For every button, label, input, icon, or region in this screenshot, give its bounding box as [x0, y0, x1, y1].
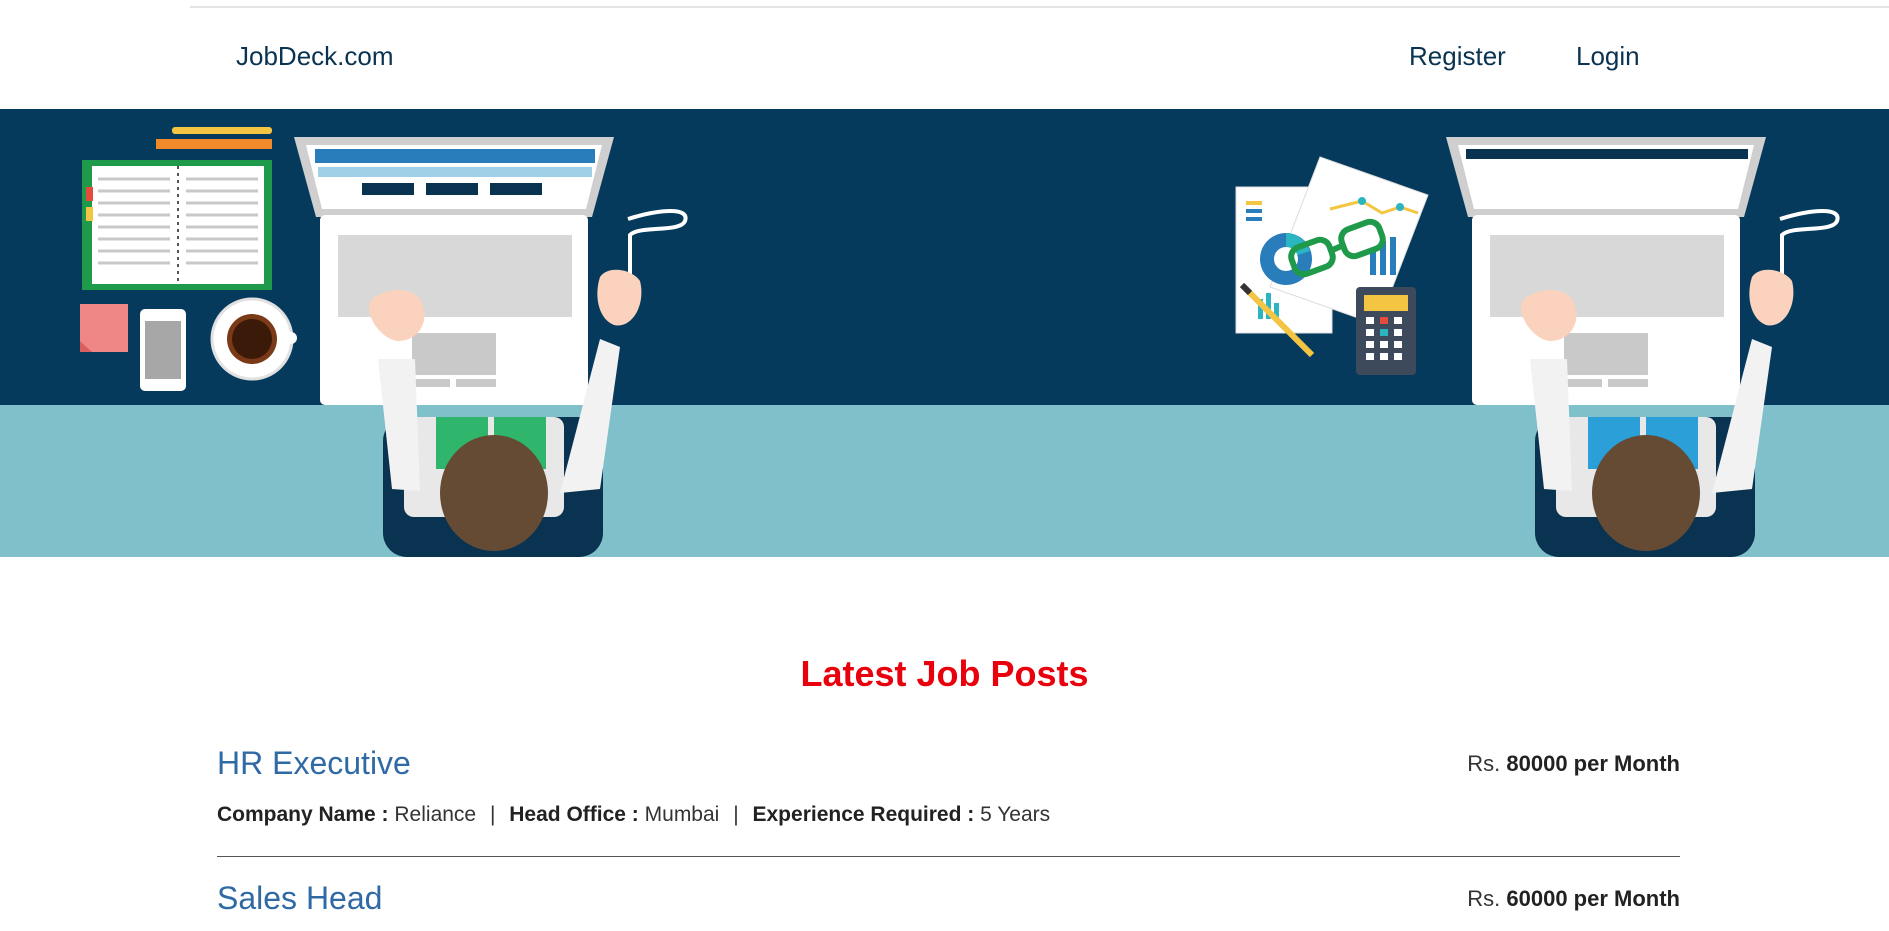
separator: | [733, 803, 739, 826]
job-salary: Rs. 80000 per Month [1467, 751, 1680, 777]
notebook-icon [82, 160, 272, 290]
calculator-icon [1356, 287, 1416, 375]
experience-value: 5 Years [980, 803, 1051, 826]
separator: | [489, 803, 496, 826]
navbar: JobDeck.com Register Login [0, 9, 1889, 109]
phone-icon [140, 309, 186, 391]
salary-value: 80000 per Month [1506, 751, 1680, 776]
job-title-link[interactable]: Sales Head [217, 880, 382, 917]
currency-label: Rs. [1467, 751, 1501, 776]
brand-link[interactable]: JobDeck.com [236, 41, 394, 72]
job-details: Company Name : Reliance | Head Office : … [217, 803, 1050, 827]
top-border [190, 6, 1889, 8]
section-title: Latest Job Posts [800, 653, 1089, 694]
sticky-note-icon [80, 304, 128, 352]
job-title-link[interactable]: HR Executive [217, 745, 411, 782]
experience-label: Experience Required : [752, 803, 975, 826]
company-label: Company Name : [217, 803, 389, 826]
salary-value: 60000 per Month [1506, 886, 1680, 911]
register-link[interactable]: Register [1409, 41, 1506, 72]
company-value: Reliance [394, 803, 477, 826]
office-value: Mumbai [644, 803, 720, 826]
laptop-right-icon [1446, 137, 1766, 405]
hero-banner [0, 109, 1889, 557]
currency-label: Rs. [1467, 886, 1501, 911]
office-label: Head Office : [509, 803, 639, 826]
job-divider [217, 856, 1680, 857]
login-link[interactable]: Login [1576, 41, 1640, 72]
hero-illustration [0, 109, 1889, 557]
job-salary: Rs. 60000 per Month [1467, 886, 1680, 912]
laptop-left-icon [294, 137, 614, 405]
